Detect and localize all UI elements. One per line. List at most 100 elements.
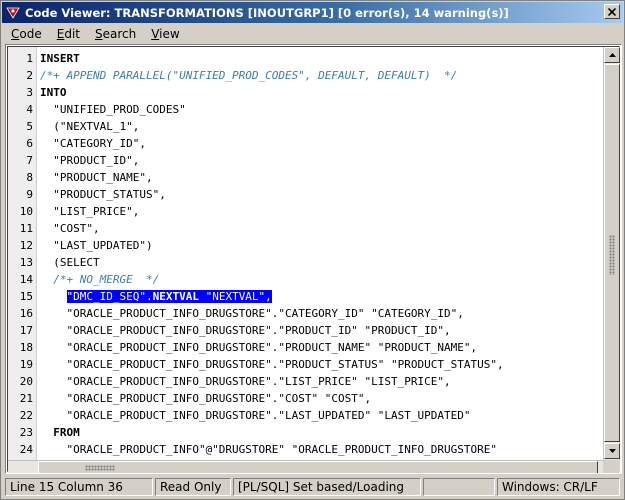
code-line[interactable]: "LIST_PRICE", [40,203,139,220]
code-line[interactable]: "CATEGORY_ID", [40,135,146,152]
code-text: "ORACLE_PRODUCT_INFO_DRUGSTORE"."LAST_UP… [40,409,471,422]
code-line[interactable]: "ORACLE_PRODUCT_INFO_DRUGSTORE"."PRODUCT… [40,322,451,339]
code-text: "COST", [40,222,100,235]
code-text: "PRODUCT_ID", [40,154,140,167]
line-number: 11 [19,222,33,235]
status-mode: Read Only [155,478,231,496]
line-number: 17 [19,324,33,337]
horizontal-scroll-thumb[interactable] [38,461,598,473]
code-text: "DMC_ID_SEQ". [66,290,153,303]
line-number: 3 [26,86,33,99]
code-line[interactable]: ("NEXTVAL_1", [40,118,139,135]
code-line[interactable]: /*+ NO_MERGE */ [40,271,159,288]
scroll-up-button[interactable] [604,47,620,63]
status-bar: Line 15 Column 36 Read Only [PL/SQL] Set… [5,478,622,497]
line-number: 23 [19,426,33,439]
scrollbar-corner [603,460,619,473]
line-number: 2 [26,69,33,82]
code-text: "LIST_PRICE", [40,205,140,218]
code-line[interactable]: FROM [40,424,80,441]
code-line[interactable]: "ORACLE_PRODUCT_INFO_DRUGSTORE"."PRODUCT… [40,356,504,373]
title-bar[interactable]: Code Viewer: TRANSFORMATIONS [INOUTGRP1]… [2,2,623,23]
line-number: 22 [19,409,33,422]
line-number: 7 [26,154,33,167]
code-text: (SELECT [40,256,100,269]
code-line[interactable]: INTO [40,84,67,101]
code-text: "NEXTVAL", [198,290,272,303]
code-text: "ORACLE_PRODUCT_INFO_DRUGSTORE"."CATEGOR… [40,307,464,320]
line-number: 18 [19,341,33,354]
code-text: "LAST_UPDATED") [40,239,153,252]
code-line[interactable]: "PRODUCT_NAME", [40,169,153,186]
code-line[interactable]: (SELECT [40,254,100,271]
code-text: "PRODUCT_NAME", [40,171,153,184]
scroll-grip [85,465,115,471]
line-number-gutter: 1 2 3 4 5 6 7 8 9 10 11 12 13 14 15 16 17 18 19 20 21 22 23 24 [8,47,37,460]
status-line-endings: Windows: CR/LF [497,478,620,496]
code-area[interactable]: INSERT /*+ APPEND PARALLEL("UNIFIED_PROD_… [38,47,605,460]
line-number: 16 [19,307,33,320]
close-icon [608,7,616,16]
code-text: "ORACLE_PRODUCT_INFO_DRUGSTORE"."PRODUCT… [40,358,504,371]
line-number: 24 [19,443,33,456]
arrow-down-icon [608,449,616,453]
code-keyword: INSERT [40,52,80,65]
code-line[interactable]: "COST", [40,220,100,237]
status-empty [423,478,495,496]
code-line[interactable]: "PRODUCT_ID", [40,152,139,169]
menu-code[interactable]: Code [2,27,48,41]
code-text: "ORACLE_PRODUCT_INFO_DRUGSTORE"."PRODUCT… [40,341,478,354]
horizontal-scrollbar[interactable] [8,460,605,473]
code-editor[interactable]: 1 2 3 4 5 6 7 8 9 10 11 12 13 14 15 16 17 18 19 20 21 22 23 24 … [5,44,622,474]
line-number: 8 [26,171,33,184]
line-number: 13 [19,256,33,269]
code-line[interactable]: "DMC_ID_SEQ".NEXTVAL "NEXTVAL", [40,288,272,305]
code-line[interactable]: "ORACLE_PRODUCT_INFO"@"DRUGSTORE" "ORACL… [40,441,497,458]
code-keyword: NEXTVAL [152,290,199,303]
code-line[interactable]: "ORACLE_PRODUCT_INFO_DRUGSTORE"."PRODUCT… [40,339,477,356]
code-comment: /*+ NO_MERGE */ [53,273,160,286]
line-number: 15 [19,290,33,303]
line-number: 9 [26,188,33,201]
code-line[interactable]: "PRODUCT_STATUS", [40,186,166,203]
menu-bar: Code Edit Search View [2,24,623,43]
status-cursor-position: Line 15 Column 36 [5,478,153,496]
code-text: "ORACLE_PRODUCT_INFO_DRUGSTORE"."PRODUCT… [40,324,451,337]
vertical-scroll-thumb[interactable] [604,64,620,442]
line-number: 12 [19,239,33,252]
code-comment: /*+ APPEND PARALLEL("UNIFIED_PROD_CODES"… [40,69,458,82]
code-line[interactable]: "UNIFIED_PROD_CODES" [40,101,186,118]
window-title: Code Viewer: TRANSFORMATIONS [INOUTGRP1]… [25,5,509,20]
menu-edit[interactable]: Edit [48,27,86,41]
line-number: 14 [19,273,33,286]
code-line[interactable]: INSERT [40,50,80,67]
code-viewer-icon [5,5,21,21]
line-number: 6 [26,137,33,150]
scroll-down-button[interactable] [604,443,620,459]
code-text: "UNIFIED_PROD_CODES" [40,103,186,116]
code-line[interactable]: "ORACLE_PRODUCT_INFO_DRUGSTORE"."LIST_PR… [40,373,450,390]
line-number: 4 [26,103,33,116]
code-line[interactable]: "ORACLE_PRODUCT_INFO_DRUGSTORE"."CATEGOR… [40,305,464,322]
code-line[interactable]: "ORACLE_PRODUCT_INFO_DRUGSTORE"."LAST_UP… [40,407,470,424]
code-line[interactable]: "ORACLE_PRODUCT_INFO_DRUGSTORE"."COST" "… [40,390,371,407]
line-number: 19 [19,358,33,371]
arrow-up-icon [608,53,616,57]
code-keyword: FROM [53,426,80,439]
code-viewer-window: Code Viewer: TRANSFORMATIONS [INOUTGRP1]… [0,0,625,500]
code-text: "ORACLE_PRODUCT_INFO"@"DRUGSTORE" "ORACL… [40,443,497,456]
line-number: 20 [19,375,33,388]
menu-search[interactable]: Search [86,27,142,41]
code-text: "CATEGORY_ID", [40,137,146,150]
code-line[interactable]: "LAST_UPDATED") [40,237,153,254]
scroll-grip [609,235,615,275]
vertical-scrollbar[interactable] [603,47,620,460]
code-line[interactable]: /*+ APPEND PARALLEL("UNIFIED_PROD_CODES"… [40,67,457,84]
code-text: "PRODUCT_STATUS", [40,188,166,201]
code-keyword: INTO [40,86,67,99]
menu-view[interactable]: View [142,27,185,41]
line-number: 1 [26,52,33,65]
close-button[interactable] [604,4,620,19]
